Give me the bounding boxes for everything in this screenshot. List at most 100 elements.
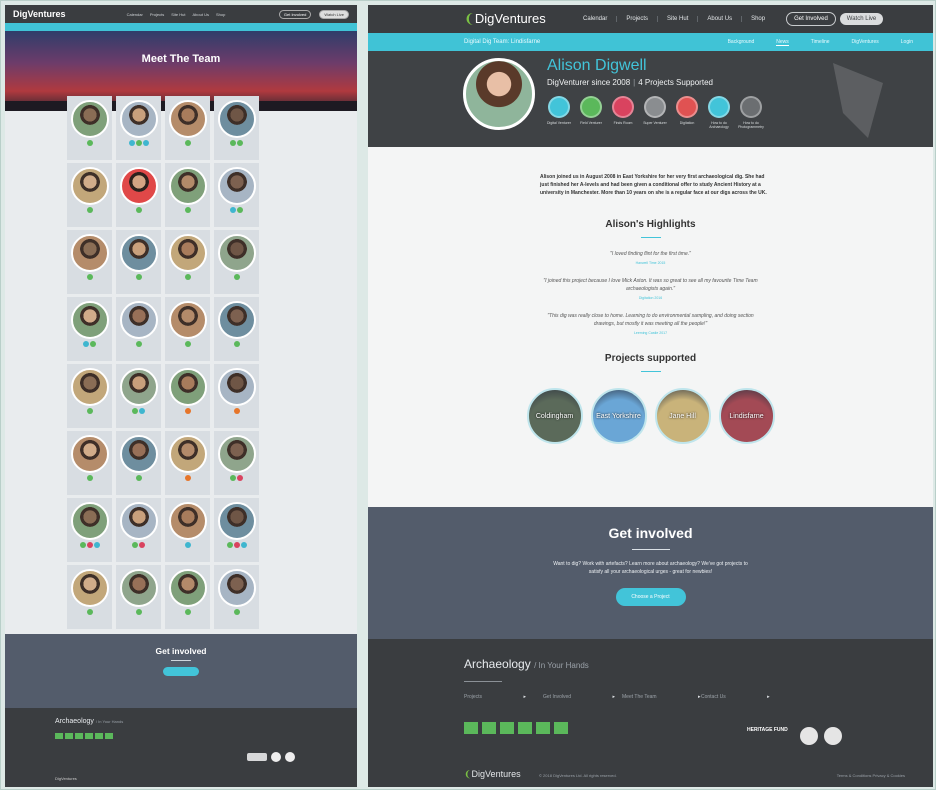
team-card[interactable] (214, 498, 259, 562)
team-card[interactable] (214, 565, 259, 629)
footer-link[interactable]: Contact Us (701, 694, 780, 700)
quote-source[interactable]: Leeming Castle 2017 (368, 331, 933, 335)
left-choose-project-button[interactable] (163, 667, 199, 676)
achievement-badge[interactable]: Field Venturer (578, 96, 604, 129)
logo[interactable]: ❨DigVentures (464, 11, 574, 27)
team-card[interactable] (165, 230, 210, 294)
team-card[interactable] (214, 297, 259, 361)
left-nav-link[interactable]: About Us (193, 12, 209, 17)
achievement-badge[interactable]: Super Venturer (642, 96, 668, 129)
achievement-badge[interactable]: How to do Photogrammetry (738, 96, 764, 129)
quote-source[interactable]: Digitation 2016 (368, 296, 933, 300)
terms-links[interactable]: Terms & Conditions Privacy & Cookies (837, 773, 905, 778)
nav-link-site-hut[interactable]: Site Hut (657, 16, 697, 22)
linkedin-icon[interactable] (518, 722, 532, 734)
achievement-badge[interactable]: Finds Room (610, 96, 636, 129)
team-card[interactable] (165, 431, 210, 495)
team-card[interactable] (116, 297, 161, 361)
footer-link[interactable]: Projects (464, 694, 543, 700)
subnav-link-login[interactable]: Login (901, 39, 913, 46)
team-card[interactable] (67, 498, 112, 562)
left-logo[interactable]: DigVentures (13, 9, 73, 19)
team-card[interactable] (214, 431, 259, 495)
team-card[interactable] (116, 163, 161, 227)
youtube-icon[interactable] (500, 722, 514, 734)
team-card[interactable] (116, 230, 161, 294)
team-badges (230, 207, 243, 213)
facebook-icon[interactable] (482, 722, 496, 734)
team-badges (86, 609, 93, 615)
team-card[interactable] (67, 364, 112, 428)
subnav-link-timeline[interactable]: Timeline (811, 39, 830, 46)
team-card[interactable] (165, 364, 210, 428)
team-badges (86, 475, 93, 481)
subnav-link-news[interactable]: News (776, 39, 789, 46)
get-involved-button[interactable]: Get Involved (786, 12, 836, 26)
team-card[interactable] (116, 364, 161, 428)
achievement-badge[interactable]: Digital Venturer (546, 96, 572, 129)
team-card[interactable] (116, 431, 161, 495)
team-badges (226, 542, 247, 548)
team-avatar (217, 569, 256, 607)
team-card[interactable] (165, 96, 210, 160)
project-circle[interactable]: Lindisfarne (718, 388, 775, 444)
nav-link-projects[interactable]: Projects (616, 16, 657, 22)
team-avatar (217, 234, 256, 272)
footer-title: Archaeology / In Your Hands (464, 657, 589, 671)
team-badges (184, 542, 191, 548)
watch-live-button[interactable]: Watch Live (839, 13, 884, 25)
team-badges (135, 609, 142, 615)
footer-link[interactable]: Meet The Team (622, 694, 701, 700)
team-card[interactable] (67, 163, 112, 227)
team-card[interactable] (165, 498, 210, 562)
twitter-icon[interactable] (464, 722, 478, 734)
team-card[interactable] (116, 96, 161, 160)
instagram-icon[interactable] (536, 722, 550, 734)
team-card[interactable] (67, 230, 112, 294)
team-card[interactable] (214, 364, 259, 428)
nav-link-shop[interactable]: Shop (741, 16, 774, 22)
project-circle[interactable]: Jane Hill (654, 388, 711, 444)
left-nav-link[interactable]: Projects (150, 12, 164, 17)
achievement-badge[interactable]: Digitation (674, 96, 700, 129)
badge-icon (135, 140, 142, 146)
team-card[interactable] (67, 96, 112, 160)
team-avatar (168, 435, 207, 473)
subnav-link-digventures[interactable]: DigVentures (852, 39, 879, 46)
left-footer-logo[interactable]: DigVentures (55, 776, 77, 781)
project-circle[interactable]: Coldingham (526, 388, 583, 444)
nav-link-about-us[interactable]: About Us (697, 16, 741, 22)
nav-link-calendar[interactable]: Calendar (574, 16, 616, 22)
quote-source[interactable]: Hanwell Time 2015 (368, 261, 933, 265)
team-avatar (168, 368, 207, 406)
team-card[interactable] (165, 163, 210, 227)
team-card[interactable] (67, 431, 112, 495)
choose-project-button[interactable]: Choose a Project (615, 588, 686, 606)
team-avatar (70, 435, 109, 473)
badge-icon (135, 274, 142, 280)
subnav-link-background[interactable]: Background (728, 39, 755, 46)
team-card[interactable] (116, 498, 161, 562)
left-watch-live-button[interactable]: Watch Live (319, 9, 349, 19)
footer-link[interactable]: Get Involved (543, 694, 622, 700)
get-involved-text: Want to dig? Work with artefacts? Learn … (553, 561, 748, 575)
project-circle[interactable]: East Yorkshire (590, 388, 647, 444)
team-card[interactable] (67, 297, 112, 361)
team-card[interactable] (116, 565, 161, 629)
team-card[interactable] (214, 163, 259, 227)
team-avatar (70, 100, 109, 138)
left-nav-link[interactable]: Site Hut (171, 12, 185, 17)
left-nav-link[interactable]: Calendar (127, 12, 143, 17)
achievement-badge[interactable]: How to do Archaeology (706, 96, 732, 129)
team-badges (184, 475, 191, 481)
team-card[interactable] (214, 96, 259, 160)
team-badges (86, 408, 93, 414)
left-nav-link[interactable]: Shop (216, 12, 225, 17)
flickr-icon[interactable] (554, 722, 568, 734)
team-card[interactable] (214, 230, 259, 294)
footer-logo[interactable]: ❨DigVentures (464, 769, 521, 780)
team-card[interactable] (165, 565, 210, 629)
team-card[interactable] (165, 297, 210, 361)
team-card[interactable] (67, 565, 112, 629)
left-get-involved-button[interactable]: Get Involved (278, 9, 312, 19)
